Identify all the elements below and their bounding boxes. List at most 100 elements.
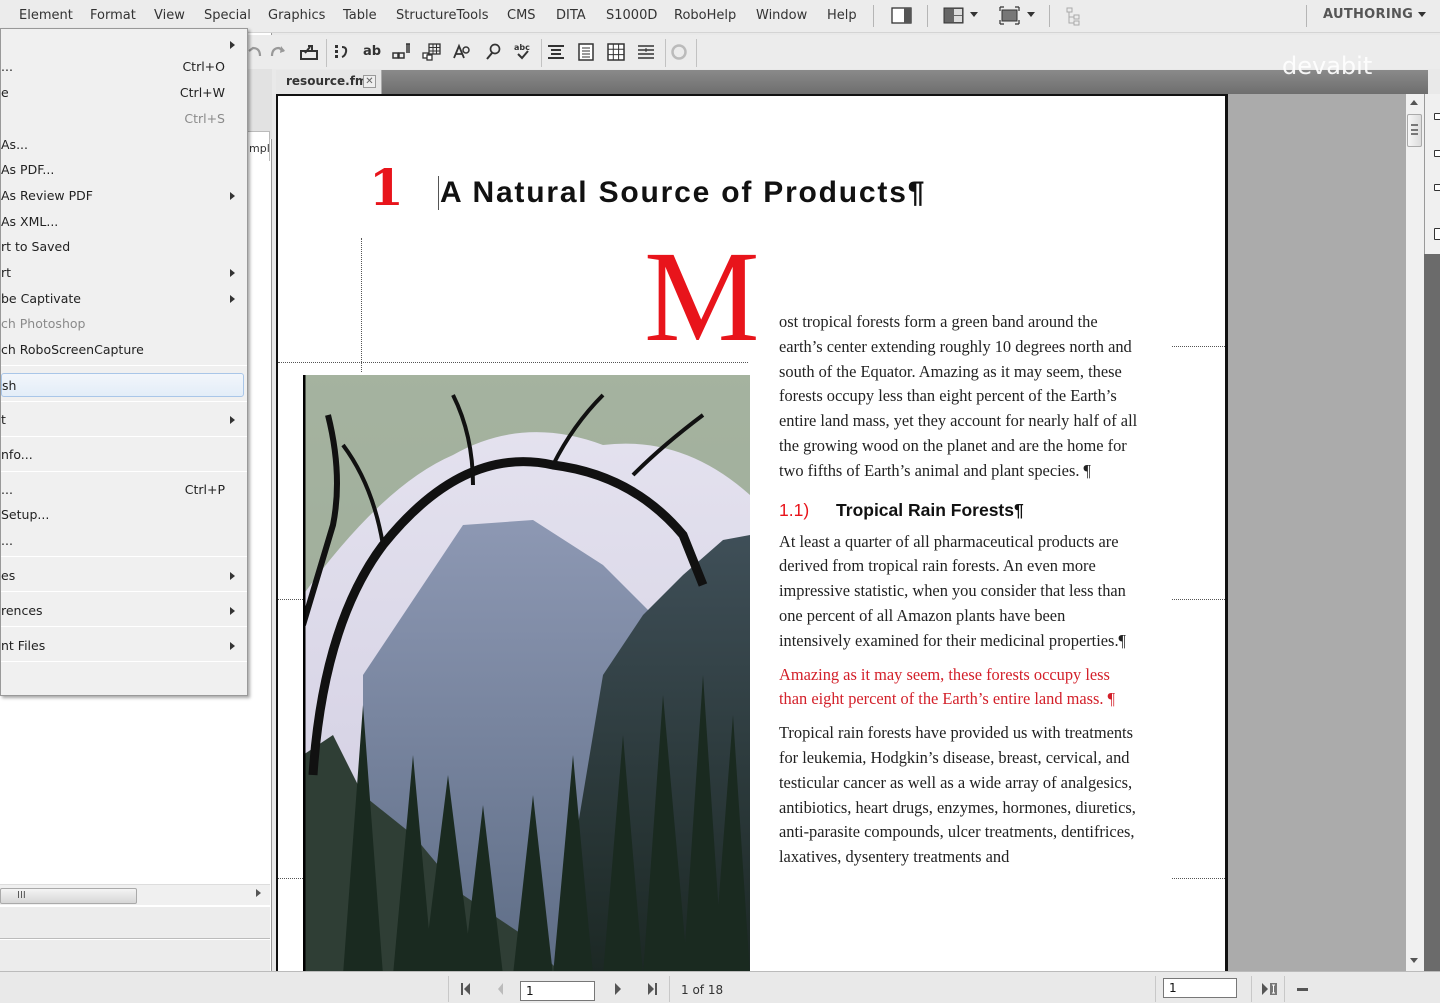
structure-view-icon[interactable]: [1065, 6, 1083, 26]
file-menu-item[interactable]: rences: [1, 599, 247, 623]
file-menu-item[interactable]: nt Files: [1, 634, 247, 658]
scroll-right-arrow-icon[interactable]: [256, 889, 261, 897]
toolbar-separator: [326, 39, 327, 67]
scrollbar-thumb[interactable]: III: [0, 888, 137, 904]
undo-icon[interactable]: [246, 42, 268, 62]
file-menu-item[interactable]: Ctrl+S: [1, 107, 247, 131]
menu-view[interactable]: View: [154, 8, 185, 23]
last-page-icon[interactable]: [645, 982, 659, 996]
paragraph-tag-icon[interactable]: [332, 42, 354, 62]
menu-robohelp[interactable]: RoboHelp: [674, 8, 736, 23]
cross-reference-icon[interactable]: [391, 42, 413, 62]
mountain-forest-photo[interactable]: [303, 375, 750, 975]
dock-panel-icon[interactable]: [1434, 228, 1440, 240]
close-tab-icon[interactable]: ✕: [363, 75, 376, 88]
paragraph-highlighted[interactable]: Amazing as it may seem, these forests oc…: [779, 663, 1139, 713]
file-menu-item[interactable]: ch RoboScreenCapture: [1, 338, 247, 362]
section-heading[interactable]: 1.1) Tropical Rain Forests¶: [779, 498, 1139, 524]
screen-mode-icon[interactable]: [999, 6, 1021, 26]
menu-element[interactable]: Element: [19, 8, 73, 23]
spell-check-icon[interactable]: abc: [512, 42, 534, 62]
file-menu-item[interactable]: As...: [1, 133, 247, 157]
menu-help[interactable]: Help: [827, 8, 857, 23]
menu-dita[interactable]: DITA: [556, 8, 586, 23]
menu-table[interactable]: Table: [343, 8, 377, 23]
file-menu-item[interactable]: e Ctrl+W: [1, 81, 247, 105]
file-menu-item[interactable]: As PDF...: [1, 158, 247, 182]
statusbar-separator: [1251, 976, 1252, 1002]
file-menu-item[interactable]: sh: [1, 373, 244, 397]
scrollbar-thumb[interactable]: [1407, 114, 1422, 147]
previous-page-icon[interactable]: [494, 982, 508, 996]
scroll-up-arrow-icon[interactable]: [1410, 100, 1418, 105]
first-page-icon[interactable]: [459, 982, 473, 996]
line-spacing-icon[interactable]: [636, 42, 658, 62]
file-menu-item[interactable]: rt to Saved: [1, 235, 247, 259]
left-panel-horizontal-scrollbar[interactable]: III: [0, 884, 270, 905]
workspace-switcher[interactable]: AUTHORING: [1323, 7, 1413, 22]
file-menu-item[interactable]: [1, 33, 247, 57]
photo-graphic: [303, 375, 750, 975]
paragraph-treatments[interactable]: Tropical rain forests have provided us w…: [779, 721, 1139, 870]
file-menu-item[interactable]: As Review PDF: [1, 184, 247, 208]
file-menu-item[interactable]: ... Ctrl+O: [1, 55, 247, 79]
page-layout-icon[interactable]: [576, 42, 598, 62]
zoom-fit-icon[interactable]: [1261, 981, 1279, 995]
scroll-down-arrow-icon[interactable]: [1410, 958, 1418, 963]
page-count: 1 of 18: [681, 983, 724, 997]
file-menu-item[interactable]: ...: [1, 529, 247, 553]
statusbar-separator: [448, 976, 449, 1002]
find-change-icon[interactable]: [451, 42, 473, 62]
paragraph-pharmaceutical[interactable]: At least a quarter of all pharmaceutical…: [779, 530, 1139, 654]
layout-dropdown-arrow[interactable]: [970, 12, 978, 17]
file-menu-item[interactable]: As XML...: [1, 210, 247, 234]
dock-panel-icon[interactable]: [1434, 150, 1440, 157]
submenu-arrow-icon: [230, 642, 235, 650]
file-menu-item[interactable]: nfo...: [1, 443, 247, 467]
menu-graphics[interactable]: Graphics: [268, 8, 325, 23]
menu-window[interactable]: Window: [756, 8, 807, 23]
zoom-out-icon[interactable]: [1297, 988, 1308, 991]
workspace-dropdown-arrow[interactable]: [1418, 12, 1426, 17]
insert-table-icon[interactable]: [421, 42, 443, 62]
search-icon[interactable]: [483, 42, 505, 62]
import-icon[interactable]: [299, 42, 321, 62]
toolbar-separator: [665, 39, 666, 67]
redo-icon[interactable]: [268, 42, 290, 62]
menu-item-shortcut: Ctrl+S: [184, 111, 225, 126]
file-menu-item[interactable]: be Captivate: [1, 287, 247, 311]
menu-item-shortcut: Ctrl+W: [179, 85, 225, 100]
document-page[interactable]: 1 A Natural Source of Products¶ M ost tr…: [276, 94, 1228, 975]
dock-panel-icon[interactable]: [1434, 184, 1440, 191]
file-menu-item[interactable]: ... Ctrl+P: [1, 478, 247, 502]
next-page-icon[interactable]: [611, 982, 625, 996]
panel-toggle-icon[interactable]: [891, 6, 913, 26]
paragraph-intro[interactable]: ost tropical forests form a green band a…: [779, 310, 1139, 484]
menu-format[interactable]: Format: [90, 8, 136, 23]
menu-structuretools[interactable]: StructureTools: [396, 8, 489, 23]
file-menu-item[interactable]: ch Photoshop: [1, 312, 247, 336]
menubar-separator: [873, 5, 874, 27]
menu-cms[interactable]: CMS: [507, 8, 536, 23]
character-tag-icon[interactable]: ab: [361, 42, 383, 62]
zoom-input[interactable]: [1163, 978, 1237, 998]
file-menu-item[interactable]: Setup...: [1, 503, 247, 527]
table-icon[interactable]: [606, 42, 628, 62]
chapter-title[interactable]: A Natural Source of Products¶: [438, 176, 926, 210]
dock-panel-icon[interactable]: [1434, 113, 1440, 120]
menu-s1000d[interactable]: S1000D: [606, 8, 657, 23]
file-menu-item[interactable]: es: [1, 564, 247, 588]
refresh-icon[interactable]: [669, 42, 691, 62]
file-menu-item[interactable]: rt: [1, 261, 247, 285]
menu-special[interactable]: Special: [204, 8, 251, 23]
menu-item-label: e: [1, 85, 9, 100]
file-menu-item[interactable]: t: [1, 408, 247, 432]
page-number-input[interactable]: [520, 981, 595, 1001]
file-menu-item[interactable]: [1, 669, 247, 693]
screen-mode-dropdown-arrow[interactable]: [1027, 12, 1035, 17]
menu-separator: [1, 401, 247, 402]
document-tab[interactable]: resource.fm ✕: [276, 70, 382, 94]
align-center-icon[interactable]: [546, 42, 568, 62]
layout-icon[interactable]: [943, 6, 965, 26]
document-vertical-scrollbar[interactable]: [1406, 94, 1424, 971]
